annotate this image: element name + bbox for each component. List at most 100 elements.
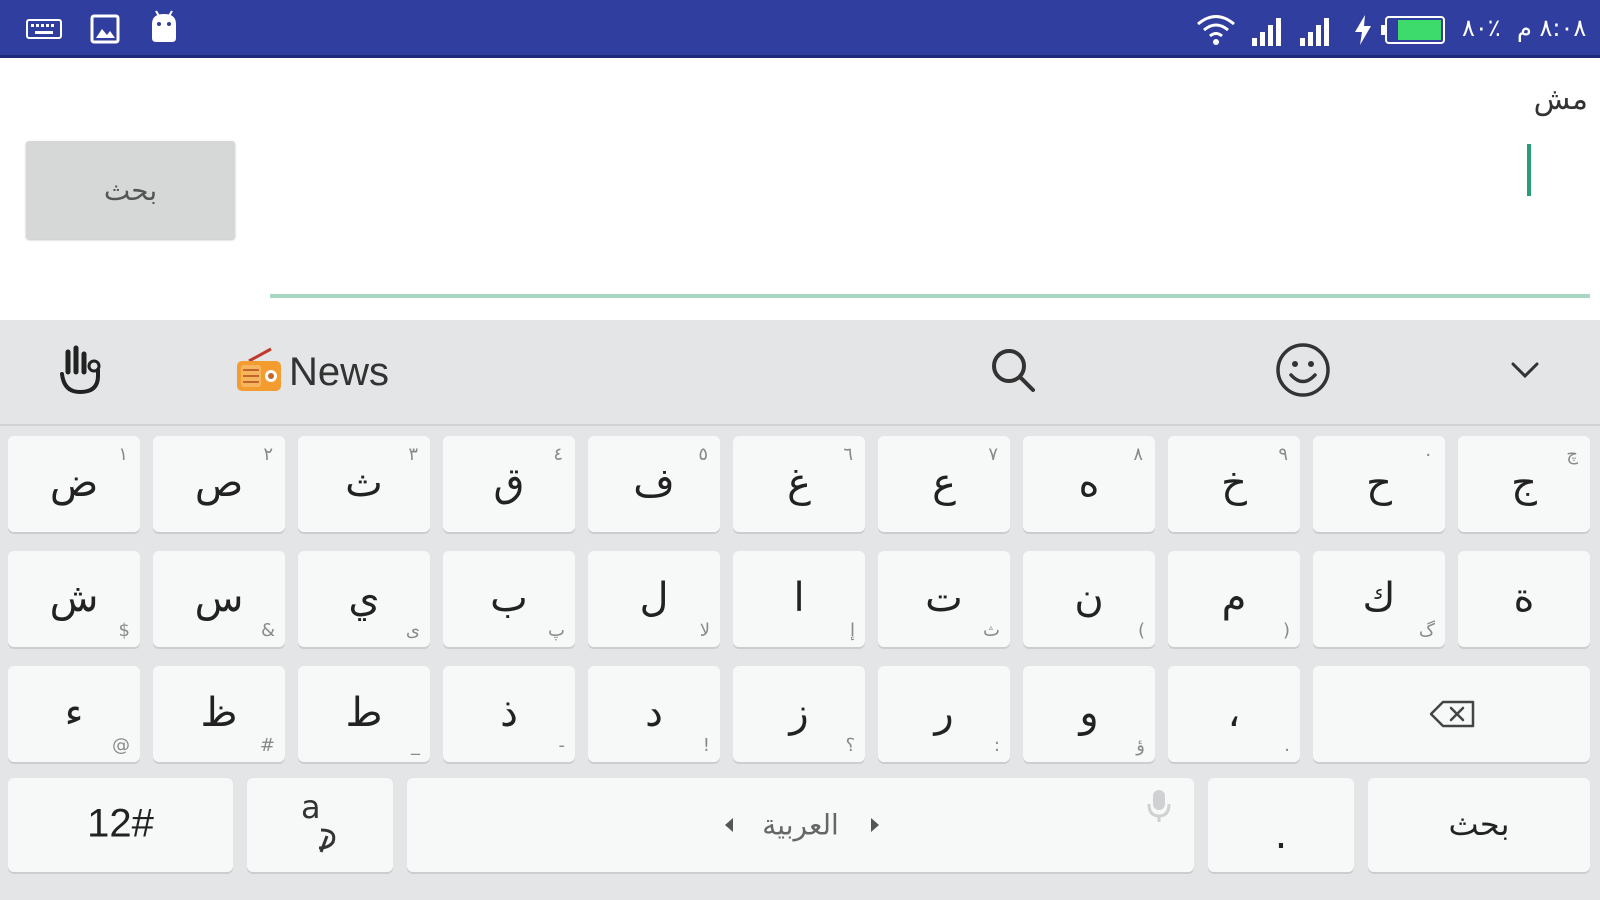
- key-hint: _: [411, 735, 420, 756]
- letter-key[interactable]: ذ-: [443, 666, 575, 762]
- letter-key[interactable]: ش $: [8, 551, 140, 647]
- key-label: ا: [793, 575, 805, 622]
- letter-key[interactable]: ص٢: [153, 436, 285, 532]
- letter-key[interactable]: كگ: [1313, 551, 1445, 647]
- status-bar: ٪٨٠ ٨:٠٨ م: [0, 0, 1600, 58]
- letter-key[interactable]: ض١: [8, 436, 140, 532]
- search-input-underline: [270, 294, 1590, 298]
- news-label: News: [288, 349, 390, 394]
- key-label: س: [194, 575, 244, 622]
- key-hint: گ: [1418, 620, 1435, 641]
- symbols-key-label: 12#: [87, 801, 154, 846]
- key-hint: ): [1282, 620, 1290, 641]
- key-hint: ٥: [698, 444, 708, 465]
- text-caret: [1527, 144, 1531, 196]
- key-hint: لا: [699, 620, 710, 641]
- letter-key[interactable]: ل لا: [588, 551, 720, 647]
- key-hint: پ: [548, 620, 565, 641]
- key-label: ج: [1511, 460, 1537, 507]
- charging-icon: [1352, 14, 1374, 50]
- transliterate-icon: a: [297, 788, 345, 860]
- key-label: ف: [633, 460, 675, 507]
- gesture-button[interactable]: [40, 320, 120, 424]
- key-hint: #: [259, 735, 275, 756]
- search-input[interactable]: مش: [1534, 82, 1588, 117]
- key-label: ء: [64, 690, 84, 737]
- letter-key[interactable]: ظ #: [153, 666, 285, 762]
- svg-text:a: a: [301, 790, 321, 826]
- letter-key[interactable]: م): [1168, 551, 1300, 647]
- letter-key[interactable]: اإ: [733, 551, 865, 647]
- key-label: م: [1221, 575, 1247, 622]
- backspace-icon: [1429, 700, 1475, 732]
- letter-key[interactable]: وؤ: [1023, 666, 1155, 762]
- key-label: ذ: [500, 690, 518, 737]
- key-hint: ث: [983, 620, 1000, 641]
- letter-key[interactable]: تث: [878, 551, 1010, 647]
- microphone-icon: [1147, 788, 1171, 828]
- key-hint: ٨: [1133, 444, 1143, 465]
- key-hint: ٩: [1278, 444, 1288, 465]
- backspace-key[interactable]: [1313, 666, 1590, 762]
- news-button[interactable]: News: [222, 320, 402, 424]
- key-hint: ٢: [263, 444, 273, 465]
- key-hint: ؤ: [1136, 735, 1145, 756]
- key-label: ث: [345, 460, 383, 507]
- letter-key[interactable]: ط _: [298, 666, 430, 762]
- letter-key[interactable]: بپ: [443, 551, 575, 647]
- key-hint: .: [1284, 735, 1290, 756]
- letter-key[interactable]: ة: [1458, 551, 1590, 647]
- space-key[interactable]: العربية: [407, 778, 1194, 872]
- key-hint: ١: [118, 444, 128, 465]
- period-key[interactable]: .: [1208, 778, 1354, 872]
- emoji-button[interactable]: [1268, 320, 1338, 424]
- letter-key[interactable]: ح٠: [1313, 436, 1445, 532]
- key-hint: :: [993, 735, 1000, 756]
- letter-key[interactable]: ن(: [1023, 551, 1155, 647]
- letter-key[interactable]: ث٣: [298, 436, 430, 532]
- key-label: ح: [1366, 460, 1392, 507]
- keyboard-search-button[interactable]: [978, 320, 1048, 424]
- letter-key[interactable]: ،.: [1168, 666, 1300, 762]
- key-hint: ى: [405, 620, 420, 641]
- android-icon: [148, 10, 180, 48]
- signal-icon: [1250, 14, 1284, 52]
- letter-key[interactable]: ء @: [8, 666, 140, 762]
- search-screen: بحث مش: [0, 58, 1600, 320]
- letter-key[interactable]: ف٥: [588, 436, 720, 532]
- key-label: ش: [49, 575, 99, 622]
- keyboard: News 12# a العربية . بحث ض ١ ص ٢ ث ٣ ق ٤…: [0, 320, 1600, 900]
- symbols-key[interactable]: 12#: [8, 778, 233, 872]
- letter-key[interactable]: ق٤: [443, 436, 575, 532]
- key-hint: ٣: [408, 444, 418, 465]
- letter-key[interactable]: د!: [588, 666, 720, 762]
- key-label: ت: [925, 575, 963, 622]
- collapse-keyboard-button[interactable]: [1500, 320, 1550, 424]
- search-icon: [989, 346, 1037, 398]
- letter-key[interactable]: غ٦: [733, 436, 865, 532]
- key-label: ،: [1227, 690, 1241, 737]
- letter-key[interactable]: ر:: [878, 666, 1010, 762]
- key-hint: ٧: [988, 444, 998, 465]
- keyboard-icon: [26, 18, 62, 44]
- key-label: ظ: [200, 690, 238, 737]
- enter-search-key[interactable]: بحث: [1368, 778, 1590, 872]
- letter-key[interactable]: ز ؟: [733, 666, 865, 762]
- key-label: ر: [934, 690, 954, 737]
- key-hint: $: [118, 620, 130, 641]
- key-label: ة: [1513, 575, 1535, 622]
- key-label: ل: [639, 575, 669, 622]
- signal-icon: [1298, 14, 1332, 52]
- letter-key[interactable]: يى: [298, 551, 430, 647]
- letter-key[interactable]: خ٩: [1168, 436, 1300, 532]
- key-label: غ: [787, 460, 811, 507]
- letter-key[interactable]: س &: [153, 551, 285, 647]
- collapse-icon: [1510, 360, 1540, 384]
- transliteration-key[interactable]: a: [247, 778, 393, 872]
- search-button[interactable]: بحث: [26, 141, 235, 239]
- letter-key[interactable]: ع٧: [878, 436, 1010, 532]
- letter-key[interactable]: جچ: [1458, 436, 1590, 532]
- image-icon: [90, 14, 120, 48]
- clock: ٨:٠٨ م: [1517, 14, 1587, 42]
- letter-key[interactable]: ه٨: [1023, 436, 1155, 532]
